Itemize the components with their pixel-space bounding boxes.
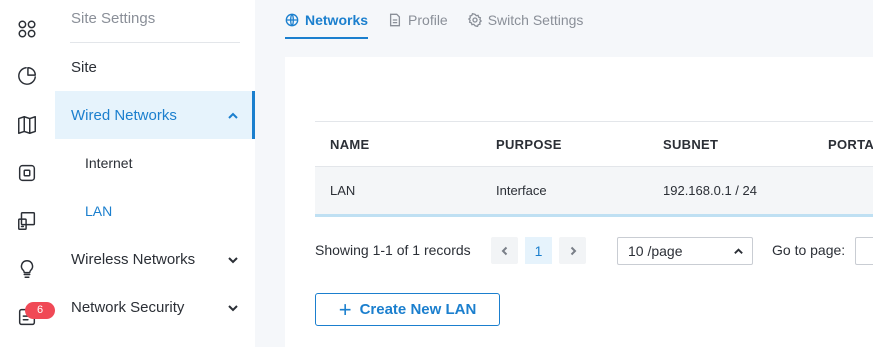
tab-bar: Networks Profile Switch Settings [285, 0, 603, 40]
chevron-left-icon [501, 246, 507, 255]
table-header: NAME PURPOSE SUBNET PORTA [315, 121, 873, 167]
cell-purpose: Interface [496, 183, 547, 198]
column-header-name[interactable]: NAME [330, 137, 369, 152]
sidebar-item-lan[interactable]: LAN [55, 187, 255, 235]
cell-name: LAN [330, 183, 356, 198]
column-header-port[interactable]: PORTA [828, 137, 873, 152]
tab-label: Profile [408, 12, 448, 28]
lightbulb-icon[interactable] [14, 256, 40, 282]
plus-icon: + [338, 296, 352, 322]
records-count: Showing 1-1 of 1 records [315, 242, 471, 258]
create-new-lan-button[interactable]: + Create New LAN [315, 293, 500, 326]
icon-rail: 6 [0, 0, 55, 347]
tab-profile[interactable]: Profile [388, 0, 448, 40]
notification-badge: 6 [25, 302, 55, 319]
tab-label: Switch Settings [487, 12, 584, 28]
sidebar-item-site[interactable]: Site [55, 43, 255, 91]
chevron-up-icon [734, 248, 743, 254]
chevron-down-icon [227, 301, 239, 313]
page-size-select[interactable]: 10 /page [617, 237, 753, 265]
sidebar-header: Site Settings [71, 10, 156, 27]
page-number-button[interactable]: 1 [525, 237, 552, 264]
gear-icon [467, 13, 482, 27]
chevron-down-icon [227, 253, 239, 265]
sidebar-item-wireless-networks[interactable]: Wireless Networks [55, 235, 255, 283]
goto-page-label: Go to page: [772, 242, 846, 258]
sidebar-item-internet[interactable]: Internet [55, 139, 255, 187]
pagination: Showing 1-1 of 1 records 1 10 /page Go t… [315, 237, 873, 265]
previous-page-button[interactable] [491, 237, 518, 264]
cell-subnet: 192.168.0.1 / 24 [663, 183, 757, 198]
sidebar: Site Settings Site Wired Networks Intern… [55, 0, 255, 347]
sidebar-item-label: Site [71, 58, 97, 76]
chevron-up-icon [227, 109, 239, 121]
devices-icon[interactable] [14, 208, 40, 234]
device-icon[interactable] [14, 160, 40, 186]
column-header-subnet[interactable]: SUBNET [663, 137, 718, 152]
sidebar-item-network-security[interactable]: Network Security [55, 283, 255, 331]
map-icon[interactable] [14, 112, 40, 138]
create-button-label: Create New LAN [359, 301, 477, 318]
tab-switch-settings[interactable]: Switch Settings [467, 0, 584, 40]
sidebar-item-label: Network Security [71, 298, 185, 316]
page-size-value: 10 /page [628, 243, 683, 259]
table-row[interactable]: LAN Interface 192.168.0.1 / 24 [315, 167, 873, 217]
sidebar-item-label: Wired Networks [71, 106, 177, 124]
apps-icon[interactable] [14, 16, 40, 42]
sidebar-item-label: LAN [85, 203, 113, 219]
networks-table: NAME PURPOSE SUBNET PORTA LAN Interface … [315, 121, 873, 217]
goto-page-input[interactable] [855, 237, 873, 265]
tab-label: Networks [305, 12, 369, 28]
globe-icon [285, 13, 299, 27]
sidebar-item-wired-networks[interactable]: Wired Networks [55, 91, 255, 139]
sidebar-item-label: Wireless Networks [71, 250, 196, 268]
document-icon [390, 13, 401, 27]
sidebar-item-label: Internet [85, 155, 133, 171]
column-header-purpose[interactable]: PURPOSE [496, 137, 562, 152]
next-page-button[interactable] [559, 237, 586, 264]
pie-chart-icon[interactable] [14, 63, 40, 89]
chevron-right-icon [570, 246, 576, 255]
tab-networks[interactable]: Networks [285, 0, 369, 40]
networks-card: NAME PURPOSE SUBNET PORTA LAN Interface … [285, 57, 873, 347]
